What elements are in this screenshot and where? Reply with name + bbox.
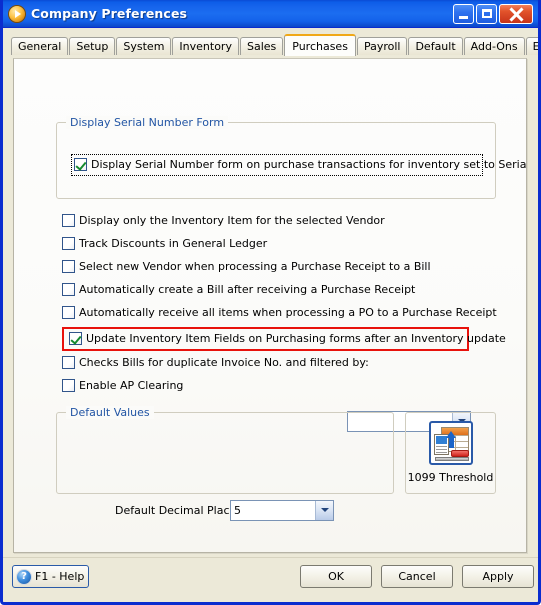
tab-add-ons[interactable]: Add-Ons	[463, 37, 525, 55]
checkbox-box-display-only-inventory-item[interactable]	[62, 214, 75, 227]
preferences-tabstrip: General Setup System Inventory Sales Pur…	[3, 32, 538, 56]
checkbox-label-track-discounts: Track Discounts in General Ledger	[79, 237, 268, 250]
checkbox-label-display-only-inventory-item: Display only the Inventory Item for the …	[79, 214, 385, 227]
checkbox-label-update-inventory-item-fields: Update Inventory Item Fields on Purchasi…	[86, 332, 506, 345]
form-import-icon	[428, 421, 473, 465]
tab-inventory[interactable]: Inventory	[172, 37, 239, 55]
maximize-icon	[482, 8, 492, 18]
checkbox-box-select-new-vendor[interactable]	[62, 260, 75, 273]
title-bar: Company Preferences	[3, 0, 538, 28]
checkbox-label-auto-create-bill: Automatically create a Bill after receiv…	[79, 283, 416, 296]
help-button[interactable]: F1 - Help	[12, 565, 89, 588]
checkbox-update-inventory-item-fields[interactable]: Update Inventory Item Fields on Purchasi…	[69, 332, 506, 345]
checkbox-display-serial-number-form[interactable]: Display Serial Number form on purchase t…	[74, 158, 527, 171]
help-button-label: F1 - Help	[35, 570, 85, 583]
checkbox-label-select-new-vendor: Select new Vendor when processing a Purc…	[79, 260, 431, 273]
close-button[interactable]	[499, 3, 533, 24]
tab-default[interactable]: Default	[408, 37, 463, 55]
tab-system[interactable]: System	[116, 37, 172, 55]
default-values-group: Default Values	[56, 406, 394, 494]
checkbox-label-enable-ap-clearing: Enable AP Clearing	[79, 379, 184, 392]
checkbox-enable-ap-clearing[interactable]: Enable AP Clearing	[62, 379, 183, 392]
minimize-button[interactable]	[453, 3, 474, 24]
checkbox-box-track-discounts[interactable]	[62, 237, 75, 250]
minimize-icon	[459, 15, 468, 19]
apply-button[interactable]: Apply	[462, 565, 534, 588]
tab-payroll[interactable]: Payroll	[356, 37, 408, 55]
purchases-tab-panel: Display Serial Number Form Display Seria…	[13, 58, 527, 553]
checkbox-select-new-vendor[interactable]: Select new Vendor when processing a Purc…	[62, 260, 431, 273]
checkbox-label-check-duplicate-invoice: Checks Bills for duplicate Invoice No. a…	[79, 356, 369, 369]
tab-general[interactable]: General	[11, 37, 69, 55]
checkbox-box-auto-create-bill[interactable]	[62, 283, 75, 296]
checkbox-auto-receive-all-items[interactable]: Automatically receive all items when pro…	[62, 306, 497, 319]
1099-threshold-button[interactable]: 1099 Threshold	[405, 412, 496, 494]
checkbox-display-only-inventory-item[interactable]: Display only the Inventory Item for the …	[62, 214, 385, 227]
1099-threshold-label: 1099 Threshold	[407, 471, 494, 484]
dialog-button-bar: F1 - Help OK Cancel Apply	[3, 557, 538, 602]
company-preferences-window: Company Preferences General Setup System…	[0, 0, 541, 605]
default-decimal-places-value: 5	[234, 504, 241, 517]
tab-purchases[interactable]: Purchases	[284, 34, 356, 56]
checkbox-label-auto-receive-all-items: Automatically receive all items when pro…	[79, 306, 497, 319]
checkbox-box-enable-ap-clearing[interactable]	[62, 379, 75, 392]
tab-setup[interactable]: Setup	[69, 37, 116, 55]
tab-email-setup[interactable]: Email Setup	[525, 37, 538, 55]
window-app-icon	[9, 5, 25, 22]
checkbox-box-update-inventory-item-fields[interactable]	[69, 332, 82, 345]
checkbox-track-discounts[interactable]: Track Discounts in General Ledger	[62, 237, 267, 250]
window-title: Company Preferences	[31, 6, 188, 21]
cancel-button[interactable]: Cancel	[381, 565, 453, 588]
checkbox-label-serial: Display Serial Number form on purchase t…	[91, 158, 527, 171]
serial-number-group-title: Display Serial Number Form	[66, 116, 229, 129]
help-icon	[17, 569, 31, 584]
tab-sales[interactable]: Sales	[239, 37, 284, 55]
default-values-group-title: Default Values	[66, 406, 154, 419]
checkbox-auto-create-bill[interactable]: Automatically create a Bill after receiv…	[62, 283, 415, 296]
window-controls	[453, 3, 533, 24]
checkbox-box-auto-receive-all-items[interactable]	[62, 306, 75, 319]
default-decimal-places-label: Default Decimal Places	[115, 504, 243, 517]
default-decimal-places-dropdown[interactable]: 5	[230, 500, 334, 521]
maximize-button[interactable]	[476, 3, 497, 24]
checkbox-box-check-duplicate-invoice[interactable]	[62, 356, 75, 369]
checkbox-box-serial[interactable]	[74, 158, 87, 171]
chevron-down-icon[interactable]	[315, 501, 333, 520]
checkbox-check-duplicate-invoice[interactable]: Checks Bills for duplicate Invoice No. a…	[62, 356, 369, 369]
ok-button[interactable]: OK	[300, 565, 372, 588]
